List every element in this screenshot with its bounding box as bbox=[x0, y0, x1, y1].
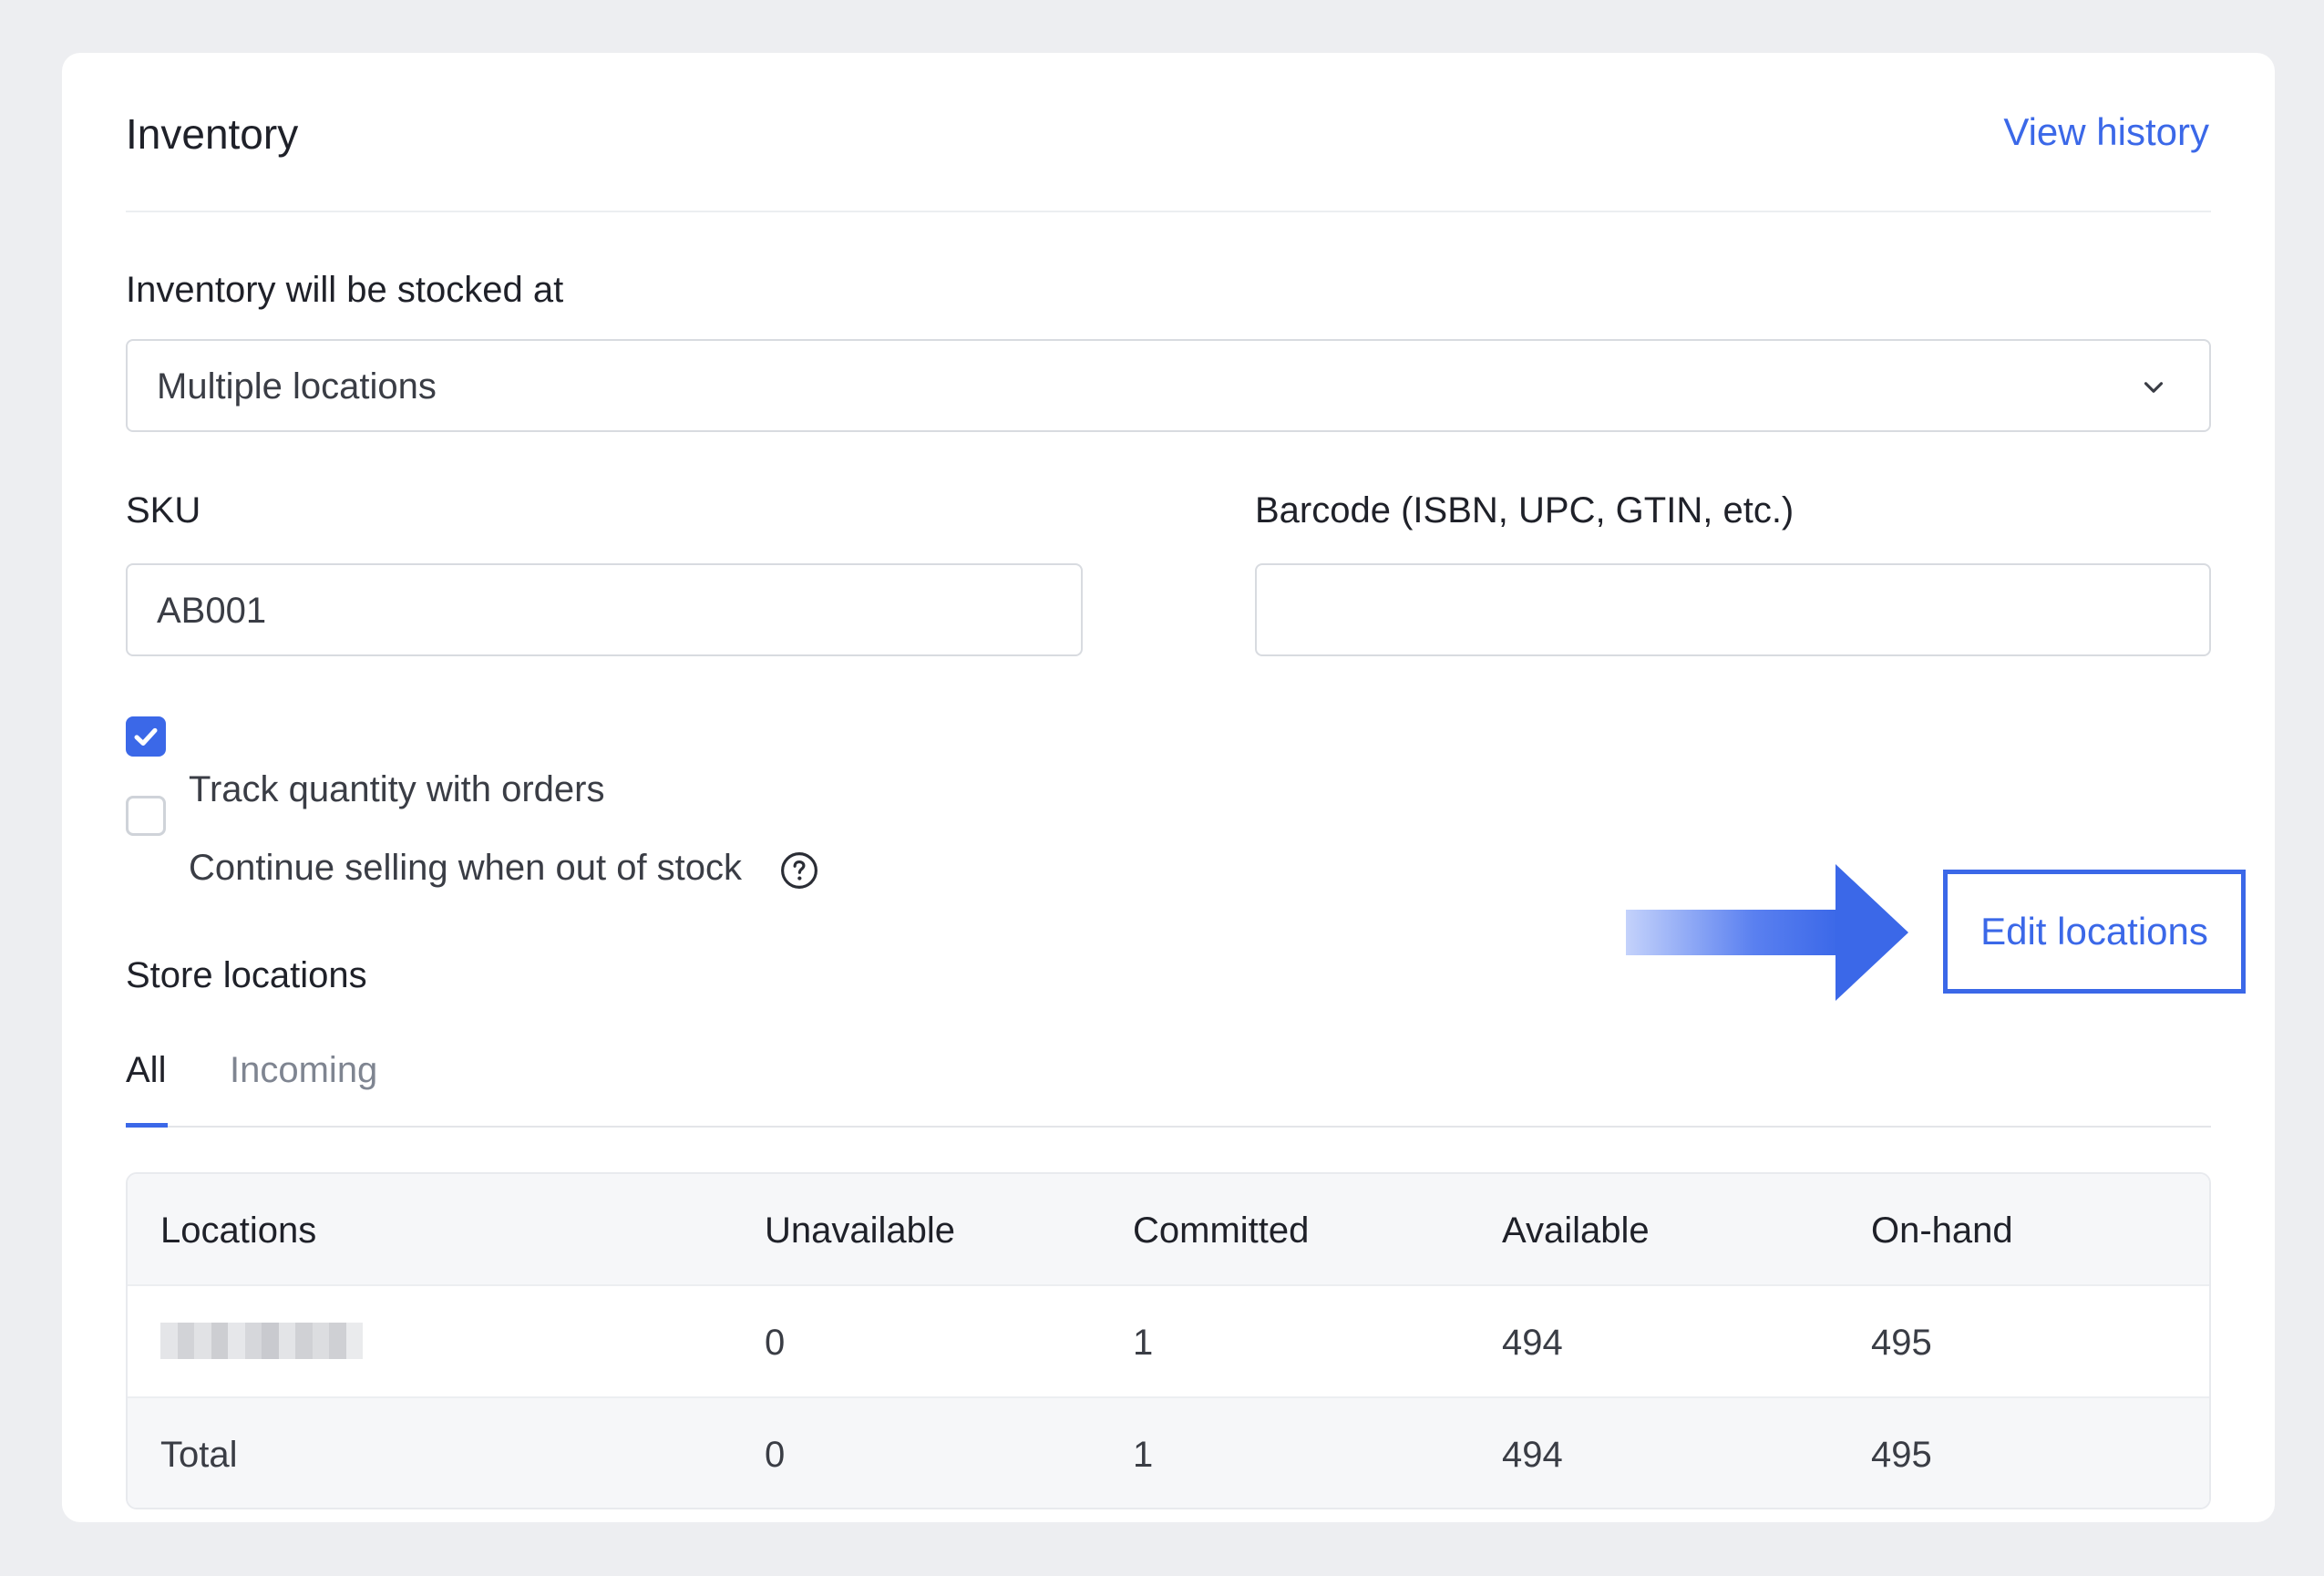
header-unavailable: Unavailable bbox=[765, 1210, 956, 1251]
header-on-hand: On-hand bbox=[1871, 1210, 2013, 1251]
header-divider bbox=[126, 211, 2211, 212]
card-title: Inventory bbox=[126, 110, 299, 158]
stock-location-value: Multiple locations bbox=[157, 366, 437, 407]
view-history-link[interactable]: View history bbox=[2003, 109, 2209, 155]
arrow-right-icon bbox=[1626, 864, 1908, 1001]
row-unavailable: 0 bbox=[765, 1323, 786, 1363]
row-on-hand: 495 bbox=[1871, 1323, 1932, 1363]
question-circle-icon[interactable] bbox=[780, 851, 818, 890]
tab-all[interactable]: All bbox=[126, 1048, 166, 1092]
barcode-label: Barcode (ISBN, UPC, GTIN, etc.) bbox=[1255, 490, 1794, 530]
table-header-row: Locations Unavailable Committed Availabl… bbox=[128, 1174, 2209, 1286]
row-committed: 1 bbox=[1133, 1323, 1154, 1363]
locations-table: Locations Unavailable Committed Availabl… bbox=[126, 1172, 2211, 1509]
tab-incoming[interactable]: Incoming bbox=[230, 1048, 377, 1092]
sku-label: SKU bbox=[126, 490, 201, 530]
redacted-location-name bbox=[160, 1323, 363, 1359]
checkmark-icon bbox=[134, 727, 158, 746]
row-available: 494 bbox=[1502, 1323, 1563, 1363]
continue-selling-checkbox[interactable] bbox=[126, 796, 166, 836]
edit-locations-button[interactable]: Edit locations bbox=[1943, 870, 2246, 994]
header-available: Available bbox=[1502, 1210, 1650, 1251]
total-available: 494 bbox=[1502, 1435, 1563, 1475]
sku-value: AB001 bbox=[157, 591, 267, 631]
table-row: 0 1 494 495 bbox=[128, 1286, 2209, 1398]
tabs-divider bbox=[126, 1126, 2211, 1128]
track-quantity-checkbox[interactable] bbox=[126, 716, 166, 757]
stock-location-label: Inventory will be stocked at bbox=[126, 270, 564, 310]
total-unavailable: 0 bbox=[765, 1435, 786, 1475]
active-tab-indicator bbox=[126, 1123, 168, 1128]
track-quantity-label: Track quantity with orders bbox=[189, 769, 605, 809]
chevron-down-icon bbox=[2144, 382, 2164, 393]
continue-selling-label: Continue selling when out of stock bbox=[189, 848, 743, 888]
total-on-hand: 495 bbox=[1871, 1435, 1932, 1475]
header-locations: Locations bbox=[160, 1210, 317, 1251]
store-locations-title: Store locations bbox=[126, 955, 367, 995]
total-label: Total bbox=[160, 1435, 238, 1475]
header-committed: Committed bbox=[1133, 1210, 1310, 1251]
barcode-input[interactable] bbox=[1255, 563, 2211, 656]
table-total-row: Total 0 1 494 495 bbox=[128, 1398, 2209, 1508]
stock-location-select[interactable]: Multiple locations bbox=[126, 339, 2211, 432]
total-committed: 1 bbox=[1133, 1435, 1154, 1475]
inventory-card: Inventory View history Inventory will be… bbox=[62, 53, 2275, 1522]
sku-input[interactable]: AB001 bbox=[126, 563, 1083, 656]
